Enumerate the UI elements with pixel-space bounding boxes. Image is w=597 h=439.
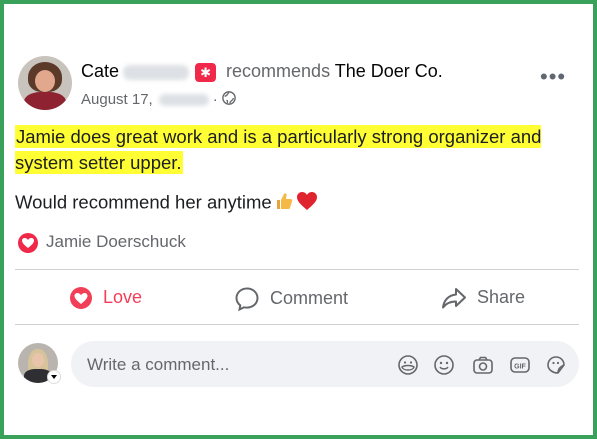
body-text: Would recommend her anytime [15,191,272,213]
comment-input[interactable] [85,341,379,389]
post-body: Would recommend her anytime [15,191,318,216]
post-header: Cate ✱ recommends The Doer Co. [81,61,443,82]
share-button[interactable]: Share [441,286,525,310]
page-name-link[interactable]: The Doer Co. [335,61,443,81]
highlighted-recommendation: Jamie does great work and is a particula… [15,124,555,176]
chevron-down-icon[interactable] [47,370,61,384]
share-label: Share [477,286,526,307]
heart-emoji-icon [296,191,318,216]
love-icon [70,287,92,309]
thumbs-up-emoji-icon [274,191,294,216]
meta-separator: · [212,91,218,108]
post-meta: August 17, · [81,91,236,109]
reaction-user-name: Jamie Doerschuck [46,232,186,251]
redacted-year [158,94,209,107]
post-date[interactable]: August 17, [81,91,153,108]
author-avatar[interactable] [18,56,72,110]
gif-icon[interactable]: GIF [509,354,531,376]
comment-icon [235,287,259,312]
comment-label: Comment [270,287,349,308]
comment-composer: GIF [71,341,579,389]
globe-icon [222,91,236,109]
recommends-text: recommends [226,61,331,81]
love-reaction-icon [18,232,38,253]
recommendation-post: Cate ✱ recommends The Doer Co. August 17, ·… [4,4,593,435]
redacted-surname [123,64,190,80]
love-button[interactable]: Love [69,286,142,310]
author-name[interactable]: Cate [81,61,119,81]
share-icon [442,288,466,309]
reaction-summary[interactable]: Jamie Doerschuck [18,232,186,253]
svg-text:GIF: GIF [514,364,526,371]
recommendation-icon: ✱ [195,62,217,82]
camera-icon[interactable] [472,354,494,376]
emoji-icon[interactable] [433,354,455,376]
more-options-icon[interactable]: ••• [540,66,566,88]
love-label: Love [103,286,143,307]
sticker-icon[interactable] [545,354,567,376]
highlighted-text: Jamie does great work and is a particula… [15,125,542,174]
divider-bottom [15,324,579,325]
comment-button[interactable]: Comment [234,286,348,312]
divider-top [15,269,579,270]
avatar-sticker-icon[interactable] [397,354,419,376]
